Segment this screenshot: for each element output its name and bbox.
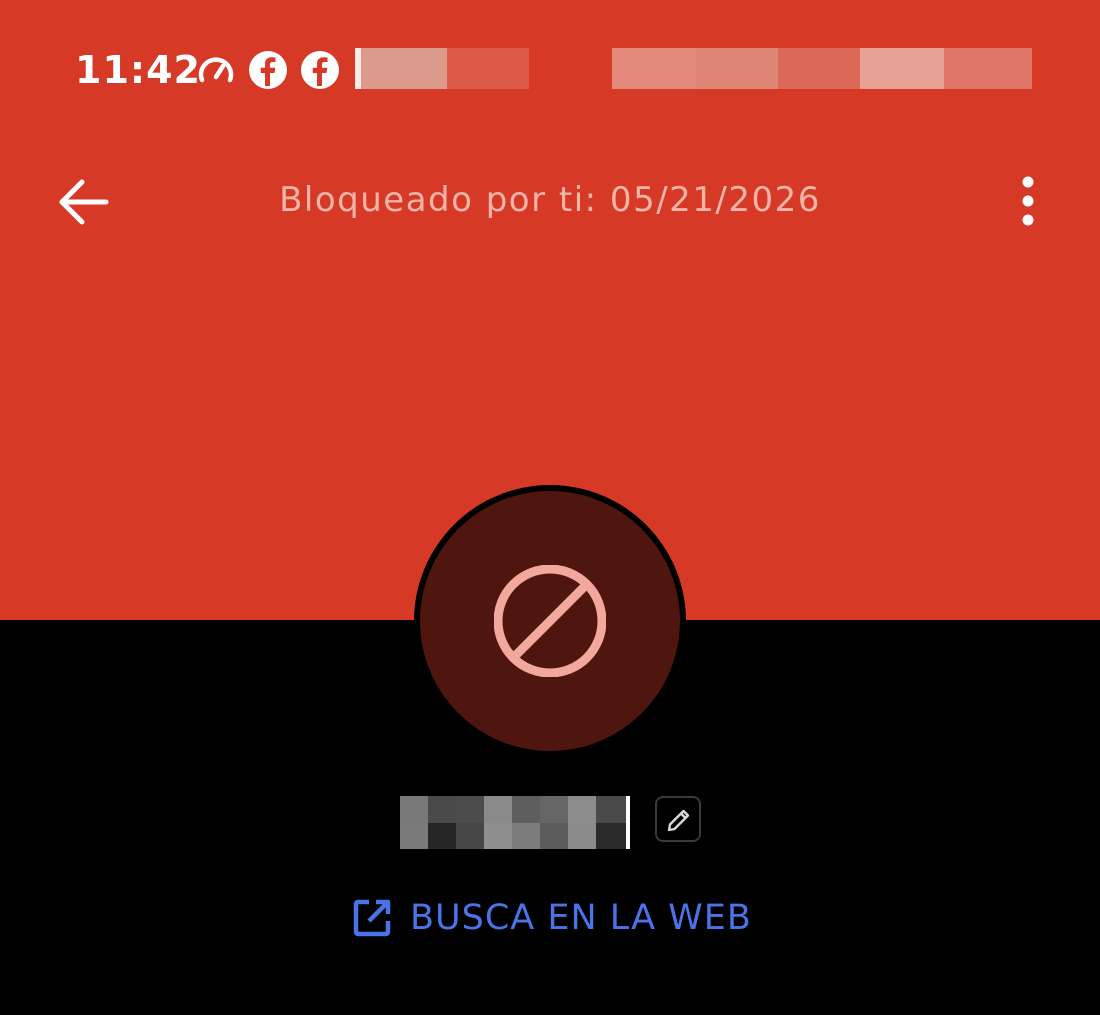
status-time: 11:42 [75, 48, 201, 92]
search-web-button[interactable]: BUSCA EN LA WEB [352, 893, 752, 943]
status-bar: 11:42 [0, 40, 1100, 100]
redacted-status-area [612, 48, 1032, 89]
search-web-label: BUSCA EN LA WEB [410, 898, 752, 938]
page-title: Bloqueado por ti: 05/21/2026 [279, 180, 821, 220]
edit-name-button[interactable] [655, 796, 701, 842]
block-icon [494, 565, 606, 677]
contact-name-redacted [400, 796, 630, 849]
speedometer-icon [198, 57, 234, 83]
pencil-icon [667, 809, 690, 832]
open-in-new-icon [353, 899, 391, 937]
facebook-icon [249, 51, 287, 89]
redacted-status-area [355, 48, 529, 89]
facebook-icon [301, 51, 339, 89]
contact-avatar [414, 485, 686, 757]
more-options-icon[interactable] [1004, 172, 1052, 232]
